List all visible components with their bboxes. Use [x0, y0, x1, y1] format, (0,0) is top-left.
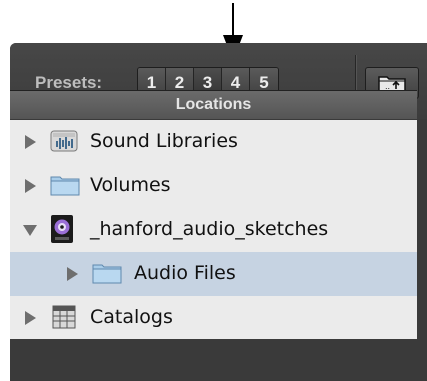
disclosure-triangle-icon[interactable] [25, 311, 36, 325]
location-item-session[interactable]: _hanford_audio_sketches [10, 208, 417, 252]
disclosure-triangle-icon[interactable] [25, 135, 36, 149]
location-item-volumes[interactable]: Volumes [10, 164, 417, 208]
sound-library-icon [50, 129, 78, 158]
location-label: Catalogs [90, 306, 173, 328]
locations-list: Locations Sound Libraries Volumes _hanfo… [10, 90, 417, 339]
location-label: Sound Libraries [90, 130, 238, 152]
disclosure-triangle-icon[interactable] [23, 225, 37, 236]
location-item-audio-files[interactable]: Audio Files [10, 252, 417, 296]
location-label: Volumes [90, 174, 171, 196]
folder-icon [92, 261, 122, 290]
folder-icon [50, 173, 80, 202]
location-label: Audio Files [134, 262, 236, 284]
disclosure-triangle-icon[interactable] [25, 179, 36, 193]
session-icon [50, 214, 74, 249]
locations-header: Locations [10, 91, 417, 120]
annotation-arrow-shaft [232, 3, 234, 37]
location-label: _hanford_audio_sketches [90, 218, 329, 240]
location-item-sound-libraries[interactable]: Sound Libraries [10, 120, 417, 164]
catalog-icon [52, 305, 76, 334]
location-item-catalogs[interactable]: Catalogs [10, 296, 417, 340]
disclosure-triangle-icon[interactable] [67, 267, 78, 281]
